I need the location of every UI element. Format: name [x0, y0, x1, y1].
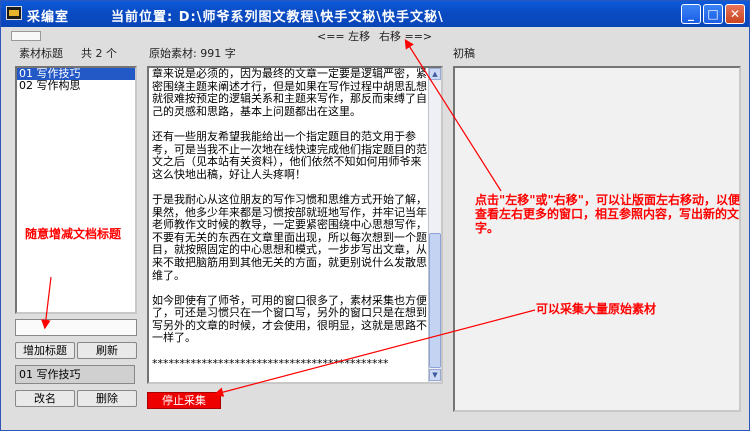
move-tip-arrow — [404, 38, 502, 192]
collect-tip-arrow — [213, 309, 536, 397]
main-window: 采编室 当前位置: D:\师爷系列图文教程\快手文秘\快手文秘\ _ □ ✕ <… — [0, 0, 750, 431]
title-tip-arrow — [41, 276, 52, 330]
annotation-arrows — [41, 38, 536, 397]
